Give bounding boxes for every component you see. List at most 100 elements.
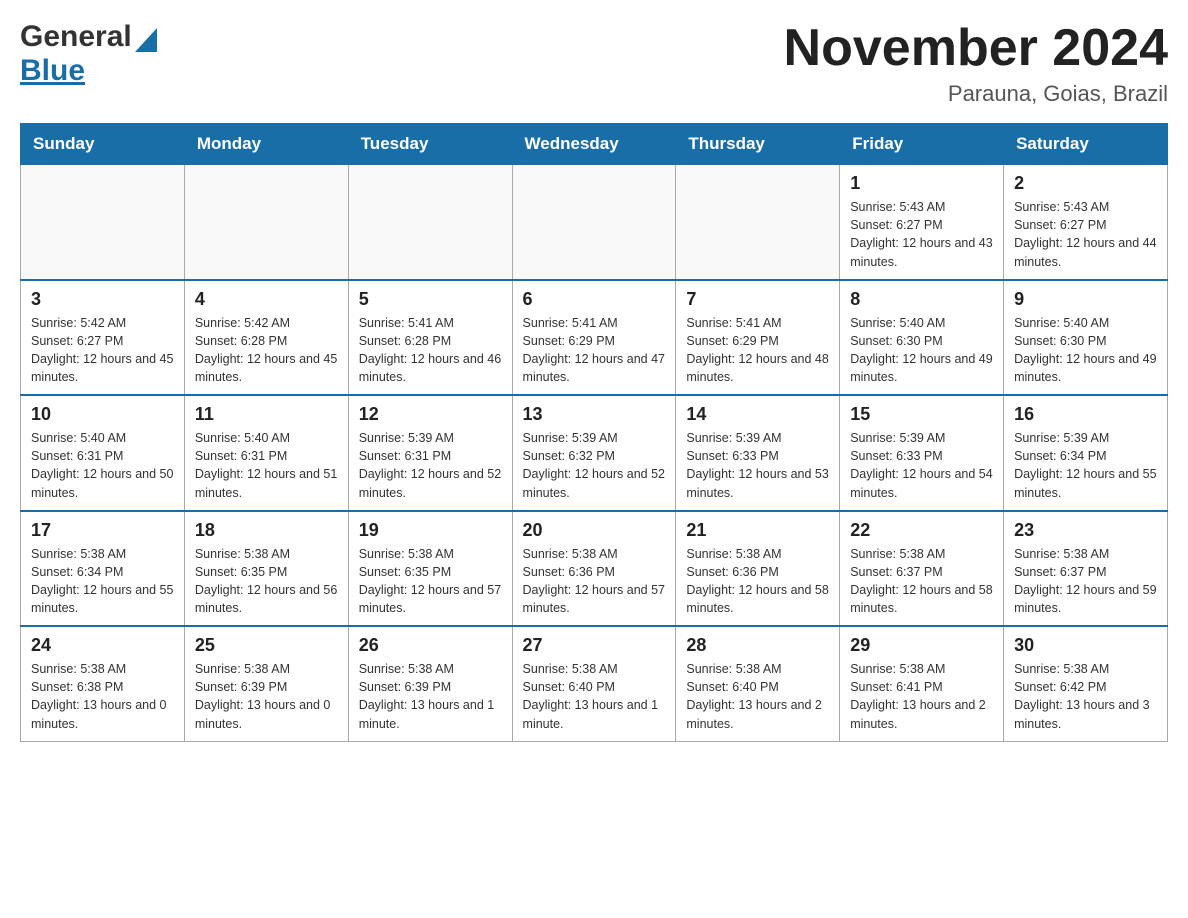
day-info: Sunrise: 5:38 AMSunset: 6:34 PMDaylight:… (31, 545, 174, 618)
day-info: Sunrise: 5:38 AMSunset: 6:39 PMDaylight:… (359, 660, 502, 733)
day-number: 23 (1014, 520, 1157, 541)
day-number: 12 (359, 404, 502, 425)
day-info: Sunrise: 5:38 AMSunset: 6:39 PMDaylight:… (195, 660, 338, 733)
calendar-cell: 9Sunrise: 5:40 AMSunset: 6:30 PMDaylight… (1004, 280, 1168, 396)
calendar-table: SundayMondayTuesdayWednesdayThursdayFrid… (20, 123, 1168, 742)
day-number: 16 (1014, 404, 1157, 425)
calendar-cell: 13 Sunrise: 5:39 AMSunset: 6:32 PMDayligh… (512, 395, 676, 511)
calendar-cell: 22 Sunrise: 5:38 AMSunset: 6:37 PMDayligh… (840, 511, 1004, 627)
calendar-cell: 23Sunrise: 5:38 AMSunset: 6:37 PMDayligh… (1004, 511, 1168, 627)
day-info: Sunrise: 5:41 AMSunset: 6:29 PMDaylight:… (523, 314, 666, 387)
day-number: 21 (686, 520, 829, 541)
calendar-cell: 1 Sunrise: 5:43 AMSunset: 6:27 PMDaylight… (840, 165, 1004, 280)
calendar-cell: 29Sunrise: 5:38 AMSunset: 6:41 PMDayligh… (840, 626, 1004, 741)
day-number: 5 (359, 289, 502, 310)
calendar-cell: 21 Sunrise: 5:38 AMSunset: 6:36 PMDayligh… (676, 511, 840, 627)
logo-arrow-icon (135, 24, 157, 52)
weekday-header-friday: Friday (840, 124, 1004, 165)
day-info: Sunrise: 5:38 AMSunset: 6:41 PMDaylight:… (850, 660, 993, 733)
calendar-cell: 15 Sunrise: 5:39 AMSunset: 6:33 PMDayligh… (840, 395, 1004, 511)
calendar-cell: 27 Sunrise: 5:38 AMSunset: 6:40 PMDayligh… (512, 626, 676, 741)
day-number: 25 (195, 635, 338, 656)
day-info: Sunrise: 5:42 AMSunset: 6:27 PMDaylight:… (31, 314, 174, 387)
calendar-cell: 12 Sunrise: 5:39 AMSunset: 6:31 PMDayligh… (348, 395, 512, 511)
weekday-header-monday: Monday (184, 124, 348, 165)
week-row-2: 10 Sunrise: 5:40 AMSunset: 6:31 PMDayligh… (21, 395, 1168, 511)
weekday-header-row: SundayMondayTuesdayWednesdayThursdayFrid… (21, 124, 1168, 165)
weekday-header-thursday: Thursday (676, 124, 840, 165)
day-info: Sunrise: 5:43 AMSunset: 6:27 PMDaylight:… (1014, 198, 1157, 271)
day-info: Sunrise: 5:38 AMSunset: 6:36 PMDaylight:… (523, 545, 666, 618)
calendar-cell: 19 Sunrise: 5:38 AMSunset: 6:35 PMDayligh… (348, 511, 512, 627)
weekday-header-sunday: Sunday (21, 124, 185, 165)
day-number: 26 (359, 635, 502, 656)
calendar-cell: 6 Sunrise: 5:41 AMSunset: 6:29 PMDaylight… (512, 280, 676, 396)
day-number: 10 (31, 404, 174, 425)
day-info: Sunrise: 5:41 AMSunset: 6:29 PMDaylight:… (686, 314, 829, 387)
day-info: Sunrise: 5:38 AMSunset: 6:38 PMDaylight:… (31, 660, 174, 733)
day-number: 8 (850, 289, 993, 310)
calendar-cell (348, 165, 512, 280)
calendar-cell: 28 Sunrise: 5:38 AMSunset: 6:40 PMDayligh… (676, 626, 840, 741)
calendar-cell: 7 Sunrise: 5:41 AMSunset: 6:29 PMDaylight… (676, 280, 840, 396)
calendar-cell: 25 Sunrise: 5:38 AMSunset: 6:39 PMDayligh… (184, 626, 348, 741)
calendar-cell: 20 Sunrise: 5:38 AMSunset: 6:36 PMDayligh… (512, 511, 676, 627)
day-number: 11 (195, 404, 338, 425)
day-info: Sunrise: 5:42 AMSunset: 6:28 PMDaylight:… (195, 314, 338, 387)
logo-blue-text: Blue (20, 54, 85, 87)
day-number: 24 (31, 635, 174, 656)
day-info: Sunrise: 5:43 AMSunset: 6:27 PMDaylight:… (850, 198, 993, 271)
day-info: Sunrise: 5:38 AMSunset: 6:40 PMDaylight:… (686, 660, 829, 733)
day-number: 18 (195, 520, 338, 541)
day-info: Sunrise: 5:38 AMSunset: 6:40 PMDaylight:… (523, 660, 666, 733)
day-number: 6 (523, 289, 666, 310)
calendar-cell: 18Sunrise: 5:38 AMSunset: 6:35 PMDayligh… (184, 511, 348, 627)
weekday-header-wednesday: Wednesday (512, 124, 676, 165)
weekday-header-tuesday: Tuesday (348, 124, 512, 165)
day-number: 19 (359, 520, 502, 541)
day-info: Sunrise: 5:40 AMSunset: 6:31 PMDaylight:… (31, 429, 174, 502)
day-info: Sunrise: 5:39 AMSunset: 6:33 PMDaylight:… (850, 429, 993, 502)
day-info: Sunrise: 5:38 AMSunset: 6:37 PMDaylight:… (850, 545, 993, 618)
calendar-cell: 24 Sunrise: 5:38 AMSunset: 6:38 PMDayligh… (21, 626, 185, 741)
header: General Blue November 2024 Parauna, Goia… (20, 20, 1168, 107)
day-info: Sunrise: 5:38 AMSunset: 6:42 PMDaylight:… (1014, 660, 1157, 733)
day-info: Sunrise: 5:39 AMSunset: 6:31 PMDaylight:… (359, 429, 502, 502)
day-number: 27 (523, 635, 666, 656)
calendar-cell (184, 165, 348, 280)
day-info: Sunrise: 5:39 AMSunset: 6:33 PMDaylight:… (686, 429, 829, 502)
day-number: 9 (1014, 289, 1157, 310)
week-row-0: 1 Sunrise: 5:43 AMSunset: 6:27 PMDaylight… (21, 165, 1168, 280)
day-info: Sunrise: 5:39 AMSunset: 6:32 PMDaylight:… (523, 429, 666, 502)
title-area: November 2024 Parauna, Goias, Brazil (784, 20, 1168, 107)
day-info: Sunrise: 5:41 AMSunset: 6:28 PMDaylight:… (359, 314, 502, 387)
calendar-cell: 10 Sunrise: 5:40 AMSunset: 6:31 PMDayligh… (21, 395, 185, 511)
day-number: 30 (1014, 635, 1157, 656)
day-number: 1 (850, 173, 993, 194)
calendar-cell: 26 Sunrise: 5:38 AMSunset: 6:39 PMDayligh… (348, 626, 512, 741)
week-row-1: 3 Sunrise: 5:42 AMSunset: 6:27 PMDaylight… (21, 280, 1168, 396)
day-number: 13 (523, 404, 666, 425)
day-number: 3 (31, 289, 174, 310)
week-row-4: 24 Sunrise: 5:38 AMSunset: 6:38 PMDayligh… (21, 626, 1168, 741)
calendar-cell: 14 Sunrise: 5:39 AMSunset: 6:33 PMDayligh… (676, 395, 840, 511)
day-number: 20 (523, 520, 666, 541)
day-number: 17 (31, 520, 174, 541)
day-number: 4 (195, 289, 338, 310)
day-number: 28 (686, 635, 829, 656)
day-number: 22 (850, 520, 993, 541)
calendar-cell: 3 Sunrise: 5:42 AMSunset: 6:27 PMDaylight… (21, 280, 185, 396)
calendar-cell: 30 Sunrise: 5:38 AMSunset: 6:42 PMDayligh… (1004, 626, 1168, 741)
day-info: Sunrise: 5:38 AMSunset: 6:36 PMDaylight:… (686, 545, 829, 618)
day-info: Sunrise: 5:38 AMSunset: 6:35 PMDaylight:… (359, 545, 502, 618)
day-number: 15 (850, 404, 993, 425)
weekday-header-saturday: Saturday (1004, 124, 1168, 165)
day-number: 7 (686, 289, 829, 310)
day-info: Sunrise: 5:40 AMSunset: 6:30 PMDaylight:… (850, 314, 993, 387)
calendar-cell: 8 Sunrise: 5:40 AMSunset: 6:30 PMDaylight… (840, 280, 1004, 396)
logo: General Blue (20, 20, 157, 88)
day-number: 14 (686, 404, 829, 425)
logo-general-text: General (20, 20, 132, 54)
calendar-cell: 17 Sunrise: 5:38 AMSunset: 6:34 PMDayligh… (21, 511, 185, 627)
calendar-cell (676, 165, 840, 280)
